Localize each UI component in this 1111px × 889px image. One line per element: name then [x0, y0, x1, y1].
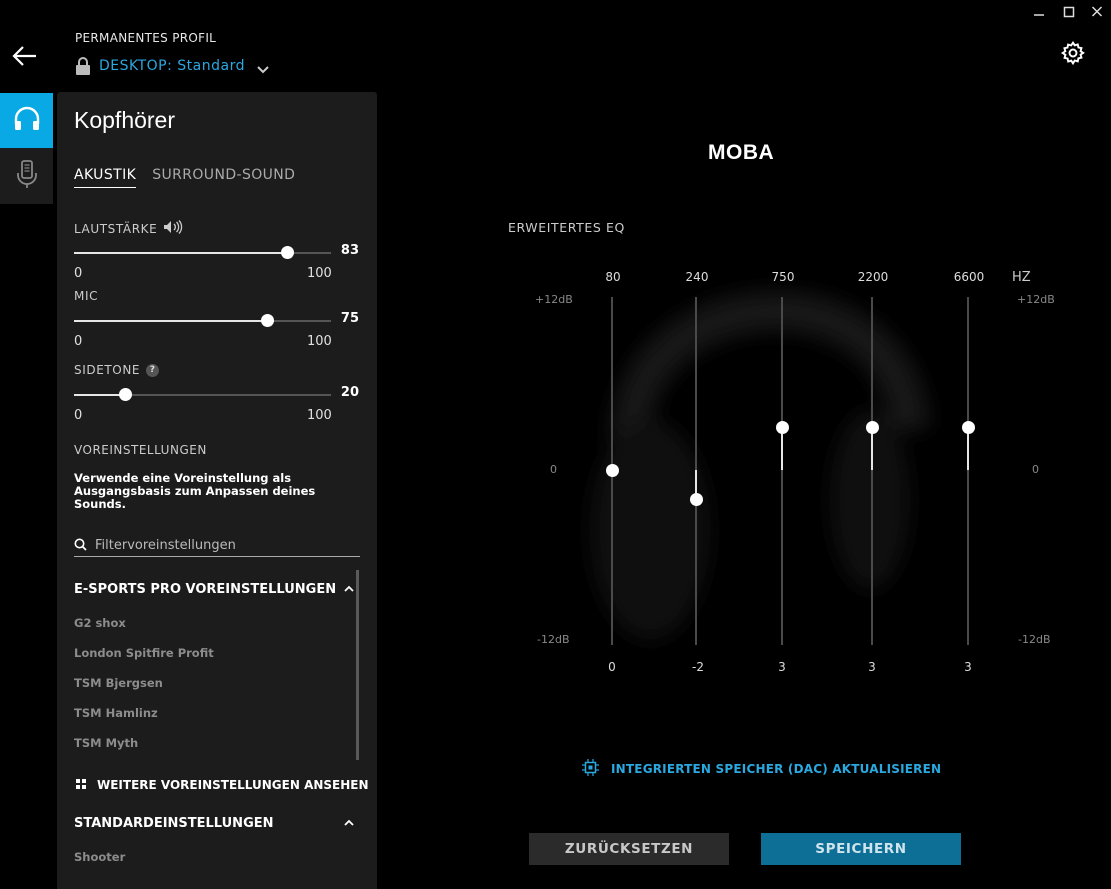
eq-preset-title: MOBA	[708, 141, 775, 164]
more-presets-label: WEITERE VOREINSTELLUNGEN ANSEHEN	[97, 778, 369, 792]
sidetone-value: 20	[340, 385, 359, 400]
db-bottom-left: -12dB	[537, 633, 570, 646]
band-gain-value: -2	[692, 660, 704, 674]
db-mid-right: 0	[1032, 463, 1039, 476]
slider-handle[interactable]	[119, 388, 133, 401]
db-top-left: +12dB	[535, 293, 573, 306]
slider-fill	[74, 320, 267, 322]
mic-slider[interactable]	[74, 314, 331, 327]
volume-min: 0	[74, 266, 83, 281]
more-presets-link[interactable]: WEITERE VOREINSTELLUNGEN ANSEHEN	[76, 778, 369, 792]
band-gain-value: 3	[964, 660, 972, 674]
chevron-down-icon[interactable]	[257, 63, 269, 73]
lock-icon	[75, 57, 91, 75]
mic-max: 100	[307, 334, 332, 349]
preset-item[interactable]: London Spitfire Profit	[74, 646, 214, 660]
chip-icon	[582, 759, 599, 779]
slider-handle[interactable]	[260, 314, 274, 327]
tab-bar: AKUSTIK SURROUND-SOUND	[74, 167, 295, 188]
close-icon[interactable]	[1088, 4, 1106, 20]
esports-group-title: E-SPORTS PRO VOREINSTELLUNGEN	[74, 582, 337, 597]
save-button[interactable]: SPEICHERN	[761, 833, 961, 865]
preset-item[interactable]: TSM Hamlinz	[74, 706, 158, 720]
slider-fill	[74, 394, 126, 396]
preset-search[interactable]	[74, 535, 360, 557]
slider-handle[interactable]	[281, 246, 295, 259]
preset-item[interactable]: Shooter	[74, 850, 125, 864]
preset-item[interactable]: TSM Myth	[74, 736, 138, 750]
band-gain-value: 0	[608, 660, 616, 674]
preset-item[interactable]: G2 shox	[74, 616, 126, 630]
chevron-up-icon[interactable]	[344, 582, 354, 597]
chevron-up-icon[interactable]	[344, 816, 354, 831]
mic-value: 75	[340, 311, 359, 326]
eq-band-slider[interactable]	[871, 297, 873, 645]
db-bottom-right: -12dB	[1018, 633, 1051, 646]
db-mid-left: 0	[550, 463, 557, 476]
band-freq-label: 750	[771, 270, 795, 284]
band-gain-value: 3	[778, 660, 786, 674]
dac-update-label: INTEGRIERTEN SPEICHER (DAC) AKTUALISIERE…	[611, 762, 942, 776]
volume-value: 83	[340, 243, 359, 258]
presets-description: Verwende eine Voreinstellung als Ausgang…	[74, 471, 316, 511]
reset-button[interactable]: ZURÜCKSETZEN	[529, 833, 729, 865]
rail-item-microphone[interactable]	[0, 148, 53, 204]
search-icon	[74, 536, 87, 555]
default-group-header[interactable]: STANDARDEINSTELLUNGEN	[74, 816, 354, 831]
minimize-icon[interactable]	[1030, 4, 1048, 20]
volume-slider[interactable]	[74, 246, 331, 259]
help-icon[interactable]: ?	[146, 363, 160, 377]
sidetone-label: SIDETONE	[74, 363, 141, 377]
mic-label-row: MIC	[74, 289, 98, 303]
eq-band-handle[interactable]	[606, 464, 619, 477]
band-freq-label: 80	[605, 270, 621, 284]
volume-max: 100	[307, 266, 332, 281]
band-freq-label: 6600	[953, 270, 985, 284]
profile-label: PERMANENTES PROFIL	[75, 31, 217, 45]
band-freq-label: 2200	[857, 270, 889, 284]
slider-fill	[74, 252, 288, 254]
back-arrow-icon[interactable]	[12, 44, 38, 68]
db-top-right: +12dB	[1017, 293, 1055, 306]
grid-icon	[76, 778, 86, 792]
esports-group-header[interactable]: E-SPORTS PRO VOREINSTELLUNGEN	[74, 582, 354, 597]
sidetone-min: 0	[74, 408, 83, 423]
eq-band-handle[interactable]	[690, 492, 703, 506]
headphones-icon	[13, 106, 41, 136]
sidetone-max: 100	[307, 408, 332, 423]
eq-band-slider[interactable]	[967, 297, 969, 645]
profile-selector[interactable]: DESKTOP: Standard	[75, 57, 269, 75]
settings-panel: Kopfhörer AKUSTIK SURROUND-SOUND LAUTSTÄ…	[57, 92, 377, 889]
maximize-icon[interactable]	[1060, 4, 1078, 20]
band-gain-value: 3	[868, 660, 876, 674]
presets-heading: VOREINSTELLUNGEN	[74, 443, 207, 457]
headset-background-image	[590, 291, 930, 640]
speaker-icon	[163, 220, 183, 237]
mic-min: 0	[74, 334, 83, 349]
preset-item[interactable]: TSM Bjergsen	[74, 676, 163, 690]
mic-label: MIC	[74, 289, 99, 303]
volume-label-row: LAUTSTÄRKE	[74, 220, 183, 237]
profile-prefix: DESKTOP:	[99, 58, 173, 74]
sidetone-label-row: SIDETONE ?	[74, 363, 160, 377]
search-input[interactable]	[95, 538, 345, 553]
panel-title: Kopfhörer	[74, 107, 176, 133]
volume-label: LAUTSTÄRKE	[74, 221, 158, 236]
tab-surround-sound[interactable]: SURROUND-SOUND	[152, 167, 295, 188]
eq-band-slider[interactable]	[781, 297, 783, 645]
preset-list-scrollbar[interactable]	[356, 570, 359, 760]
hz-unit-label: HZ	[1012, 270, 1031, 285]
eq-subtitle: ERWEITERTES EQ	[508, 220, 625, 235]
profile-name: Standard	[177, 58, 245, 74]
band-freq-label: 240	[685, 270, 709, 284]
settings-gear-icon[interactable]	[1060, 40, 1086, 66]
tab-akustik[interactable]: AKUSTIK	[74, 167, 137, 188]
sidetone-slider[interactable]	[74, 388, 331, 401]
dac-update-link[interactable]: INTEGRIERTEN SPEICHER (DAC) AKTUALISIERE…	[582, 759, 941, 779]
microphone-icon	[14, 159, 40, 193]
rail-item-headphones[interactable]	[0, 93, 53, 149]
default-group-title: STANDARDEINSTELLUNGEN	[74, 816, 274, 831]
